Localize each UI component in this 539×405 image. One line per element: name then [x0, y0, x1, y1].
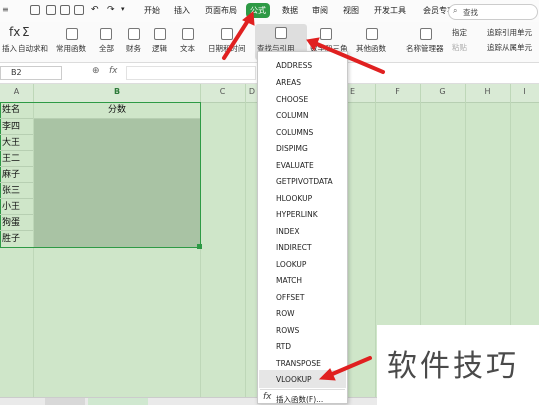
header-name-cell[interactable]: 姓名: [0, 102, 33, 119]
watermark-area: 软件技巧: [377, 325, 539, 404]
dropdown-divider: [260, 389, 345, 390]
fx-insert-icon[interactable]: fx: [9, 25, 21, 39]
trace-dependents-button[interactable]: 追踪从属单元: [487, 42, 532, 53]
formula-input[interactable]: [126, 66, 256, 80]
menu-item-vlookup[interactable]: VLOOKUP: [276, 375, 312, 384]
menu-icon[interactable]: ≡: [2, 5, 9, 14]
finance-icon[interactable]: [128, 28, 140, 40]
text-icon[interactable]: [182, 28, 194, 40]
watermark-text: 软件技巧: [387, 349, 519, 384]
logic-button[interactable]: 逻辑: [152, 43, 167, 54]
fill-handle[interactable]: [197, 244, 202, 249]
menu-item-rtd[interactable]: RTD: [276, 342, 291, 351]
menu-item-choose[interactable]: CHOOSE: [276, 95, 308, 104]
name-cell[interactable]: 胜子: [0, 231, 33, 247]
menu-item-dispimg[interactable]: DISPIMG: [276, 144, 308, 153]
menu-item-address[interactable]: ADDRESS: [276, 61, 312, 70]
name-cell[interactable]: 大王: [0, 135, 33, 151]
datetime-icon[interactable]: [221, 28, 233, 40]
col-header-h[interactable]: H: [465, 87, 510, 99]
tab-insert[interactable]: 插入: [174, 5, 190, 16]
tab-data[interactable]: 数据: [282, 5, 298, 16]
menu-item-index[interactable]: INDEX: [276, 227, 299, 236]
print-icon[interactable]: [60, 5, 70, 15]
search-icon: ⌕: [453, 6, 458, 15]
col-header-c[interactable]: C: [200, 87, 245, 99]
header-score-cell[interactable]: 分数: [34, 102, 200, 119]
autosum-button[interactable]: 自动求和: [18, 43, 48, 54]
tab-view[interactable]: 视图: [343, 5, 359, 16]
menu-item-lookup[interactable]: LOOKUP: [276, 260, 306, 269]
menu-item-hyperlink[interactable]: HYPERLINK: [276, 210, 318, 219]
common-func-icon[interactable]: [66, 28, 78, 40]
menu-item-offset[interactable]: OFFSET: [276, 293, 304, 302]
datetime-button[interactable]: 日期和时间: [208, 43, 246, 54]
search-input[interactable]: ⌕ 查找: [448, 4, 538, 20]
tab-home[interactable]: 开始: [144, 5, 160, 16]
menu-item-evaluate[interactable]: EVALUATE: [276, 161, 314, 170]
lookup-function-dropdown: ADDRESS AREAS CHOOSE COLUMN COLUMNS DISP…: [257, 51, 348, 404]
col-header-g[interactable]: G: [420, 87, 465, 99]
text-button[interactable]: 文本: [180, 43, 195, 54]
menu-item-transpose[interactable]: TRANSPOSE: [276, 359, 321, 368]
define-name-button[interactable]: 指定: [452, 27, 467, 38]
col-header-f[interactable]: F: [375, 87, 420, 99]
tab-developer[interactable]: 开发工具: [374, 5, 406, 16]
col-header-i[interactable]: I: [510, 87, 539, 99]
math-icon[interactable]: [320, 28, 332, 40]
preview-icon[interactable]: [74, 5, 84, 15]
menu-item-row[interactable]: ROW: [276, 309, 295, 318]
fx-icon: fx: [263, 392, 272, 402]
name-cell[interactable]: 小王: [0, 199, 33, 215]
col-header-b[interactable]: B: [34, 87, 200, 99]
menu-item-insert-function[interactable]: 插入函数(F)...: [276, 394, 323, 405]
paste-name-button[interactable]: 粘贴: [452, 42, 467, 53]
name-cell[interactable]: 李四: [0, 119, 33, 135]
tab-review[interactable]: 审阅: [312, 5, 328, 16]
search-label: 查找: [463, 8, 478, 17]
name-manager-icon[interactable]: [420, 28, 432, 40]
tab-formulas[interactable]: 公式: [246, 3, 270, 18]
export-icon[interactable]: [46, 5, 56, 15]
grid-line: [375, 84, 376, 397]
menu-item-areas[interactable]: AREAS: [276, 78, 301, 87]
lookup-icon: [275, 27, 287, 39]
menu-item-getpivotdata[interactable]: GETPIVOTDATA: [276, 177, 333, 186]
menu-item-match[interactable]: MATCH: [276, 276, 302, 285]
selected-range[interactable]: [34, 119, 200, 247]
logic-icon[interactable]: [154, 28, 166, 40]
redo-icon[interactable]: ↷: [107, 5, 115, 15]
menu-item-indirect[interactable]: INDIRECT: [276, 243, 312, 252]
name-manager-button[interactable]: 名称管理器: [406, 43, 444, 54]
all-func-icon[interactable]: [100, 28, 112, 40]
common-functions-button[interactable]: 常用函数: [56, 43, 86, 54]
col-header-a[interactable]: A: [0, 87, 33, 99]
other-functions-button[interactable]: 其他函数: [356, 43, 386, 54]
menu-item-hlookup[interactable]: HLOOKUP: [276, 194, 312, 203]
name-cell[interactable]: 王二: [0, 151, 33, 167]
menu-item-column[interactable]: COLUMN: [276, 111, 309, 120]
grid-line: [245, 84, 246, 397]
save-icon[interactable]: [30, 5, 40, 15]
zoom-icon[interactable]: ⊕: [92, 66, 100, 76]
menu-bar: ≡ ↶ ↷ ▾ 开始 插入 页面布局 公式 数据 审阅 视图 开发工具 会员专享…: [0, 0, 539, 23]
insert-function-button[interactable]: 插入: [2, 43, 17, 54]
name-cell[interactable]: 麻子: [0, 167, 33, 183]
more-func-icon[interactable]: [366, 28, 378, 40]
undo-icon[interactable]: ↶: [91, 5, 99, 15]
menu-item-columns[interactable]: COLUMNS: [276, 128, 313, 137]
name-cell[interactable]: 张三: [0, 183, 33, 199]
tab-page-layout[interactable]: 页面布局: [205, 5, 237, 16]
all-functions-button[interactable]: 全部: [99, 43, 114, 54]
trace-precedents-button[interactable]: 追踪引用单元: [487, 27, 532, 38]
finance-button[interactable]: 财务: [126, 43, 141, 54]
fx-icon[interactable]: fx: [109, 66, 118, 76]
name-cell[interactable]: 狗蛋: [0, 215, 33, 231]
sum-icon[interactable]: Σ: [22, 25, 34, 39]
menu-item-rows[interactable]: ROWS: [276, 326, 299, 335]
name-box[interactable]: B2: [0, 66, 62, 80]
chevron-down-icon[interactable]: ▾: [121, 5, 125, 13]
